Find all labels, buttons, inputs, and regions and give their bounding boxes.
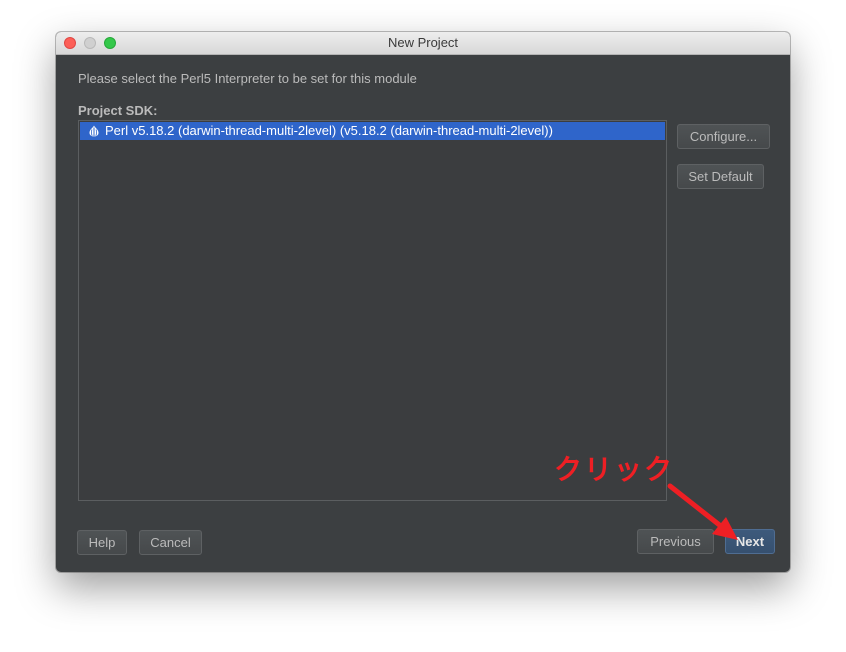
red-arrow-icon	[667, 483, 738, 540]
perl-onion-icon	[89, 125, 99, 137]
title-bar[interactable]: New Project	[56, 32, 790, 55]
help-button[interactable]: Help	[77, 530, 127, 555]
sdk-item-label: Perl v5.18.2 (darwin-thread-multi-2level…	[105, 123, 553, 138]
sdk-list[interactable]: Perl v5.18.2 (darwin-thread-multi-2level…	[78, 120, 667, 501]
project-sdk-label: Project SDK:	[78, 103, 158, 118]
click-annotation-text: クリック	[554, 454, 675, 485]
instruction-text: Please select the Perl5 Interpreter to b…	[78, 71, 417, 86]
configure-button[interactable]: Configure...	[677, 124, 770, 149]
window-title: New Project	[387, 35, 459, 50]
set-default-button[interactable]: Set Default	[677, 164, 764, 189]
cancel-button[interactable]: Cancel	[139, 530, 202, 555]
sdk-list-item[interactable]: Perl v5.18.2 (darwin-thread-multi-2level…	[80, 122, 665, 140]
